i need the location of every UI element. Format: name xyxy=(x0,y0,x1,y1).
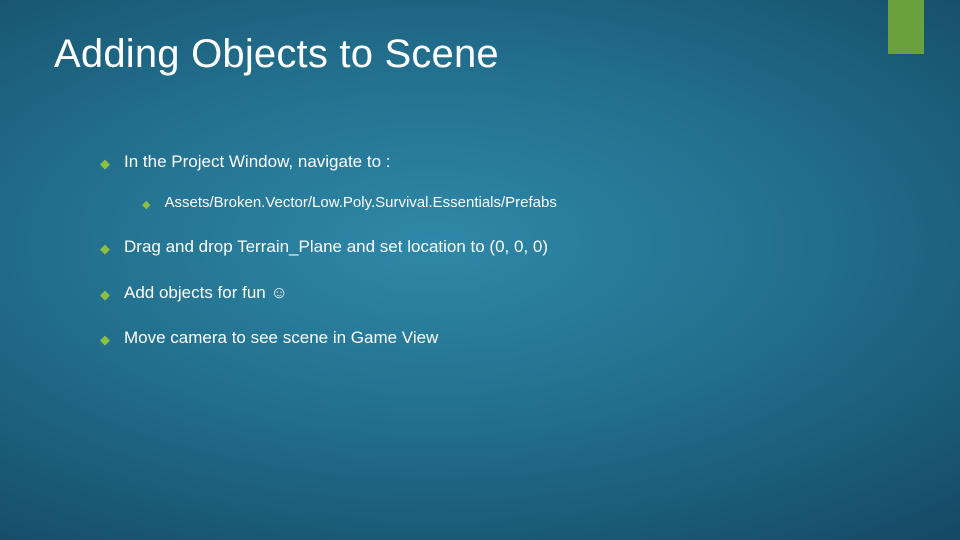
list-item: ◆ Drag and drop Terrain_Plane and set lo… xyxy=(100,235,557,259)
bullet-text: Assets/Broken.Vector/Low.Poly.Survival.E… xyxy=(164,192,556,213)
diamond-icon: ◆ xyxy=(100,155,110,173)
bullet-text: Add objects for fun ☺ xyxy=(124,281,288,305)
diamond-icon: ◆ xyxy=(142,198,150,213)
list-item-nested: ◆ Assets/Broken.Vector/Low.Poly.Survival… xyxy=(142,192,557,213)
list-item: ◆ Add objects for fun ☺ xyxy=(100,281,557,305)
slide: Adding Objects to Scene ◆ In the Project… xyxy=(0,0,960,540)
diamond-icon: ◆ xyxy=(100,286,110,304)
list-item: ◆ Move camera to see scene in Game View xyxy=(100,326,557,350)
diamond-icon: ◆ xyxy=(100,331,110,349)
slide-title: Adding Objects to Scene xyxy=(54,32,499,77)
list-item: ◆ In the Project Window, navigate to : xyxy=(100,150,557,174)
bullet-text: Move camera to see scene in Game View xyxy=(124,326,438,350)
bullet-text: Drag and drop Terrain_Plane and set loca… xyxy=(124,235,548,259)
diamond-icon: ◆ xyxy=(100,240,110,258)
accent-bar xyxy=(888,0,924,54)
bullet-text: In the Project Window, navigate to : xyxy=(124,150,390,174)
slide-content: ◆ In the Project Window, navigate to : ◆… xyxy=(100,150,557,372)
